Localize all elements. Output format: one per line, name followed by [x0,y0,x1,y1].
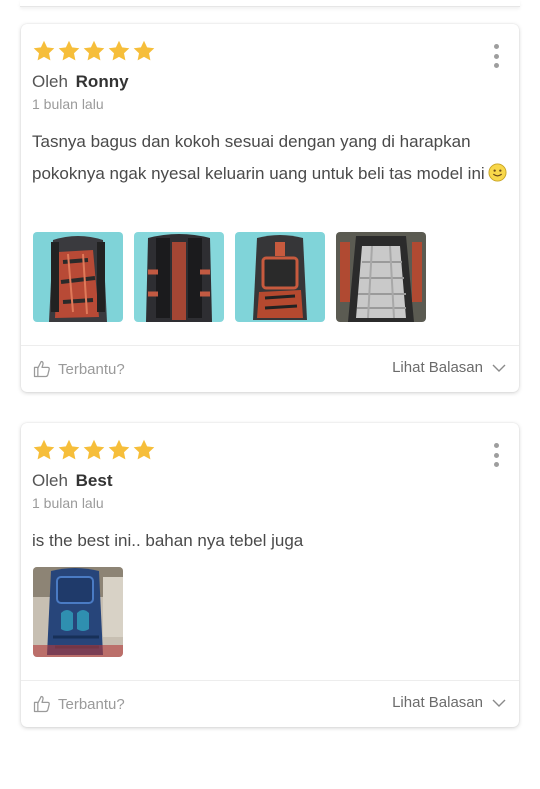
author-name[interactable]: Ronny [76,72,129,91]
review-text-body: Tasnya bagus dan kokoh sesuai dengan yan… [32,132,485,183]
helpful-label: Terbantu? [58,695,125,713]
star-icon [33,439,55,460]
star-icon [83,40,105,61]
more-options-icon[interactable] [493,443,499,467]
by-prefix: Oleh [32,72,68,91]
more-options-icon[interactable] [493,44,499,68]
star-icon [58,439,80,460]
review-time: 1 bulan lalu [32,96,104,112]
review-card: Oleh Ronny 1 bulan lalu Tasnya bagus dan… [21,24,519,392]
author-name[interactable]: Best [76,471,113,490]
review-text-body: is the best ini.. bahan nya tebel juga [32,531,304,550]
thumbs-up-icon [33,360,50,378]
star-icon [33,40,55,61]
backpack-side-photo[interactable] [235,232,325,322]
review-text: is the best ini.. bahan nya tebel juga [32,525,512,557]
view-replies-label: Lihat Balasan [392,359,483,376]
helpful-button[interactable]: Terbantu? [32,694,125,714]
review-footer: Terbantu? Lihat Balasan [21,345,519,392]
helpful-label: Terbantu? [58,360,125,378]
backpack-inside-photo[interactable] [336,232,426,322]
review-card: Oleh Best 1 bulan lalu is the best ini..… [21,423,519,727]
star-icon [108,40,130,61]
review-footer: Terbantu? Lihat Balasan [21,680,519,727]
helpful-button[interactable]: Terbantu? [32,359,125,379]
backpack-front-photo[interactable] [33,232,123,322]
review-text: Tasnya bagus dan kokoh sesuai dengan yan… [32,126,512,190]
star-icon [133,40,155,61]
review-photos [33,567,123,657]
backpack-back-photo[interactable] [134,232,224,322]
view-replies-button[interactable]: Lihat Balasan [392,359,507,376]
smiley-icon [488,163,507,182]
chevron-down-icon [492,699,506,707]
review-time: 1 bulan lalu [32,495,104,511]
star-icon [133,439,155,460]
view-replies-label: Lihat Balasan [392,694,483,711]
review-byline: Oleh Ronny [32,72,129,92]
star-icon [58,40,80,61]
blue-backpack-photo[interactable] [33,567,123,657]
review-photos [33,232,426,322]
star-rating [32,39,156,63]
star-rating [32,438,156,462]
star-icon [108,439,130,460]
view-replies-button[interactable]: Lihat Balasan [392,694,507,711]
chevron-down-icon [492,364,506,372]
star-icon [83,439,105,460]
thumbs-up-icon [33,695,50,713]
by-prefix: Oleh [32,471,68,490]
previous-card-edge [20,0,520,7]
review-byline: Oleh Best [32,471,113,491]
